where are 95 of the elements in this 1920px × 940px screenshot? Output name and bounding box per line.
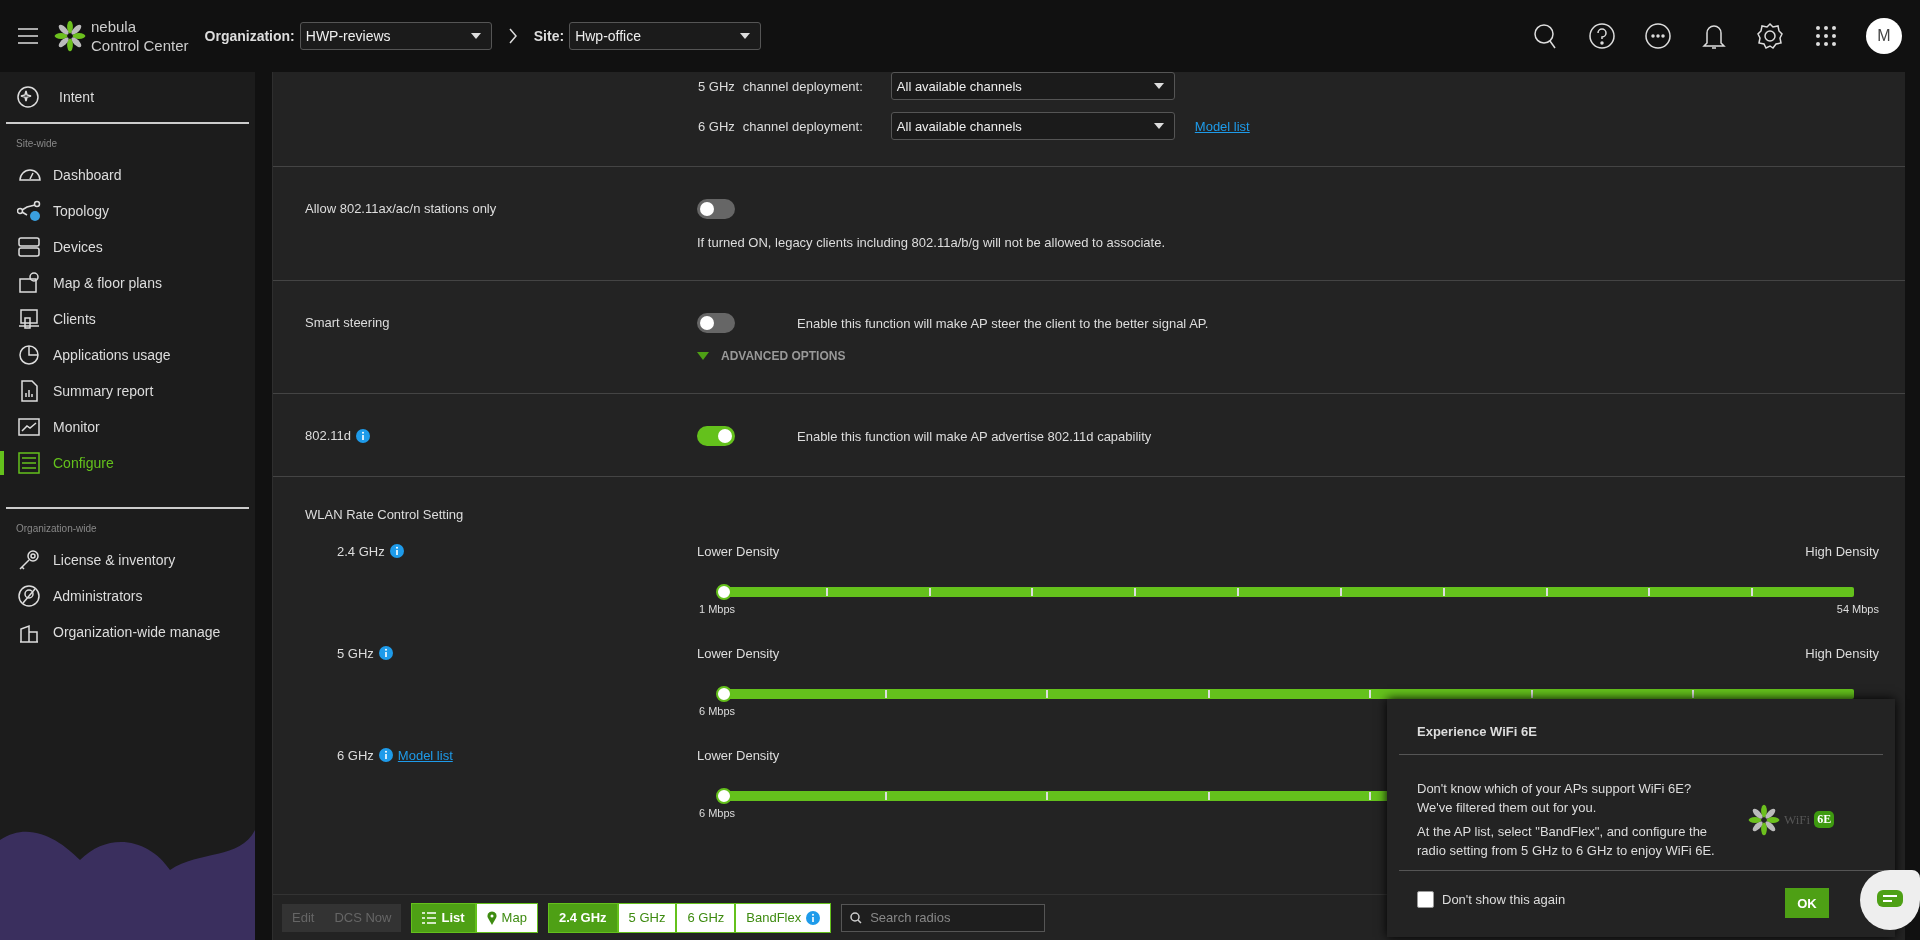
chat-icon xyxy=(1877,890,1903,910)
dropdown[interactable]: All available channels xyxy=(890,72,1175,100)
settings-icon[interactable] xyxy=(1754,20,1786,52)
density-label: Lower Density xyxy=(697,748,780,763)
logo-icon xyxy=(1748,803,1780,836)
band-label: 6 GHz xyxy=(337,748,374,763)
checkbox[interactable] xyxy=(1417,891,1434,908)
info-icon xyxy=(378,646,393,660)
key-icon xyxy=(17,548,41,572)
description-text: If turned ON, legacy clients including 802.11a/b/g will not be allowed to associate. xyxy=(697,235,1167,250)
sidebar-item[interactable]: Applications usage xyxy=(0,337,255,373)
slider-thumb[interactable] xyxy=(716,686,732,702)
caret-icon xyxy=(470,33,481,39)
sidebar-item[interactable]: Devices xyxy=(0,229,255,265)
advanced-options-toggle[interactable]: ADVANCED OPTIONS xyxy=(697,349,1905,363)
slider-thumb[interactable] xyxy=(716,584,732,600)
checkbox-label: Don't show this again xyxy=(1442,892,1566,907)
sliders-icon xyxy=(17,451,41,475)
logo-text: Control Center xyxy=(91,36,189,55)
band-label: 6 GHz xyxy=(698,118,735,134)
model-list-link[interactable]: Model list xyxy=(397,748,453,763)
logo-text: nebula xyxy=(91,17,138,36)
sidebar-item[interactable]: Organization-wide manage xyxy=(0,614,255,650)
sidebar-item[interactable]: License & inventory xyxy=(0,542,255,578)
menu-icon[interactable] xyxy=(18,28,38,44)
dropdown-label: Site: xyxy=(533,28,565,44)
line-chart-icon xyxy=(17,415,41,439)
sidebar-item[interactable]: Administrators xyxy=(0,578,255,614)
sidebar-item[interactable]: Configure xyxy=(0,445,255,481)
topology-icon xyxy=(17,199,41,223)
dialog-text: Don't know which of your APs support WiFi 6E? We've filtered them out for you. xyxy=(1417,780,1693,817)
triangle-down-icon xyxy=(697,352,709,360)
info-icon xyxy=(389,544,404,558)
setting-label: Allow 802.11ax/ac/n stations only xyxy=(305,201,497,216)
info-icon xyxy=(378,748,393,762)
toggle-switch[interactable] xyxy=(697,313,735,333)
caret-icon xyxy=(1153,83,1164,89)
dropdown-label: Organization: xyxy=(204,28,295,44)
caret-icon xyxy=(1153,123,1164,129)
toggle-switch[interactable] xyxy=(697,199,735,219)
sidebar-item[interactable]: Dashboard xyxy=(0,157,255,193)
model-list-link[interactable]: Model list xyxy=(1194,118,1250,134)
sidebar-item[interactable]: Monitor xyxy=(0,409,255,445)
chevron-right-icon xyxy=(507,28,518,44)
band-label: 2.4 GHz xyxy=(337,544,385,559)
description-text: Enable this function will make AP steer the client to the better signal AP. xyxy=(797,315,1209,331)
description-text: Enable this function will make AP advertise 802.11d capability xyxy=(797,428,1152,444)
sparkle-icon xyxy=(17,86,39,108)
setting-label: Smart steering xyxy=(305,315,390,330)
dialog-title: Experience WiFi 6E xyxy=(1416,723,1538,741)
section-title: WLAN Rate Control Setting xyxy=(305,507,464,522)
dropdown[interactable]: Hwp-office xyxy=(569,22,762,50)
toggle-switch[interactable] xyxy=(697,426,735,446)
section-title: Site-wide xyxy=(15,137,59,151)
field-label: channel deployment: xyxy=(742,78,863,94)
wifi-6e-badge: 6E xyxy=(1814,811,1835,828)
slider-thumb[interactable] xyxy=(716,788,732,804)
search-field[interactable]: Search radios xyxy=(841,903,1046,932)
sidebar-item[interactable]: Topology xyxy=(0,193,255,229)
sidebar-item[interactable]: Map & floor plans xyxy=(0,265,255,301)
search-icon xyxy=(850,911,863,924)
density-label: Lower Density xyxy=(697,544,780,559)
pie-chart-icon xyxy=(17,343,41,367)
user-avatar[interactable]: M xyxy=(1866,18,1902,54)
floor-plan-icon xyxy=(17,271,41,295)
band-tab[interactable]: BandFlex xyxy=(735,902,832,933)
map-pin-icon xyxy=(486,910,497,925)
logo-icon xyxy=(54,20,86,52)
dropdown[interactable]: All available channels xyxy=(890,112,1175,140)
density-label: High Density xyxy=(1805,646,1879,661)
dropdown[interactable]: HWP-reviews xyxy=(299,22,492,50)
rate-label: 6 Mbps xyxy=(699,807,736,819)
more-icon[interactable] xyxy=(1642,20,1674,52)
view-toggle[interactable]: Map xyxy=(475,902,538,933)
setting-label: 802.11d xyxy=(305,428,352,443)
rate-label: 1 Mbps xyxy=(699,603,736,615)
band-label: 5 GHz xyxy=(337,646,374,661)
dialog-text: At the AP list, select "BandFlex", and configure the radio setting from 5 GHz to 6 GHz to enjoy WiFi 6E. xyxy=(1417,823,1716,860)
band-tab[interactable]: 6 GHz xyxy=(676,902,736,933)
band-label: 5 GHz xyxy=(698,78,735,94)
server-icon xyxy=(17,235,41,259)
sidebar-item[interactable]: Summary report xyxy=(0,373,255,409)
caret-icon xyxy=(740,33,751,39)
sidebar-item[interactable]: Intent xyxy=(0,72,255,122)
band-tab[interactable]: 5 GHz xyxy=(617,902,677,933)
density-label: Lower Density xyxy=(697,646,780,661)
section-title: Organization-wide xyxy=(15,522,98,536)
rate-label: 54 Mbps xyxy=(1836,603,1879,615)
sidebar-item[interactable]: Clients xyxy=(0,301,255,337)
list-icon xyxy=(422,911,437,924)
field-label: channel deployment: xyxy=(742,118,863,134)
laptop-icon xyxy=(17,307,41,331)
rate-label: 6 Mbps xyxy=(699,705,736,717)
help-icon[interactable] xyxy=(1586,20,1618,52)
density-label: High Density xyxy=(1805,544,1879,559)
